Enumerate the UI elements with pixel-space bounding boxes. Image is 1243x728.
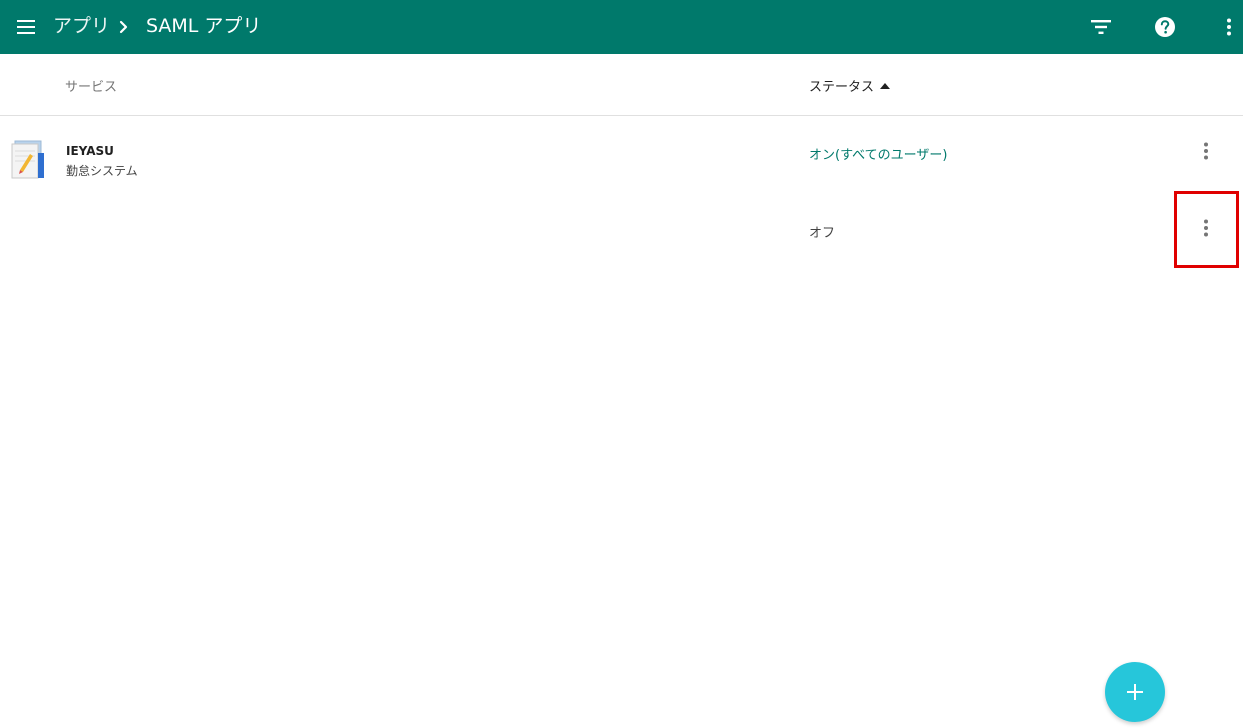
notepad-app-icon (11, 140, 44, 179)
column-header-service[interactable]: サービス (65, 76, 117, 95)
chevron-right-icon (119, 20, 128, 34)
menu-button[interactable] (14, 15, 38, 39)
help-icon (1155, 17, 1175, 37)
table-header: サービス ステータス (0, 54, 1243, 116)
breadcrumb-apps[interactable]: アプリ (53, 14, 110, 38)
breadcrumb-current-page: SAML アプリ (146, 15, 262, 37)
status-value[interactable]: オン(すべてのユーザー) (809, 144, 947, 163)
app-name[interactable]: IEYASU (66, 144, 114, 158)
filter-icon (1091, 20, 1111, 34)
more-vert-icon (1227, 18, 1231, 36)
more-options-button[interactable] (1217, 15, 1241, 39)
top-app-bar: アプリ SAML アプリ (0, 0, 1243, 54)
plus-icon (1127, 684, 1143, 700)
menu-icon (17, 20, 35, 34)
highlight-annotation-box (1174, 191, 1239, 268)
table-row[interactable]: オフ (0, 192, 1243, 268)
column-header-status-label: ステータス (809, 80, 875, 95)
sort-ascending-icon (880, 82, 891, 89)
more-vert-icon (1204, 142, 1208, 160)
table-row[interactable]: IEYASU 勤怠システム オン(すべてのユーザー) (0, 117, 1243, 189)
status-value: オフ (809, 226, 836, 241)
help-button[interactable] (1153, 15, 1177, 39)
filter-button[interactable] (1089, 15, 1113, 39)
app-description: 勤怠システム (66, 164, 138, 178)
add-app-fab-button[interactable] (1105, 662, 1165, 722)
row-more-button[interactable] (1194, 139, 1218, 163)
column-header-status[interactable]: ステータス (809, 76, 891, 95)
